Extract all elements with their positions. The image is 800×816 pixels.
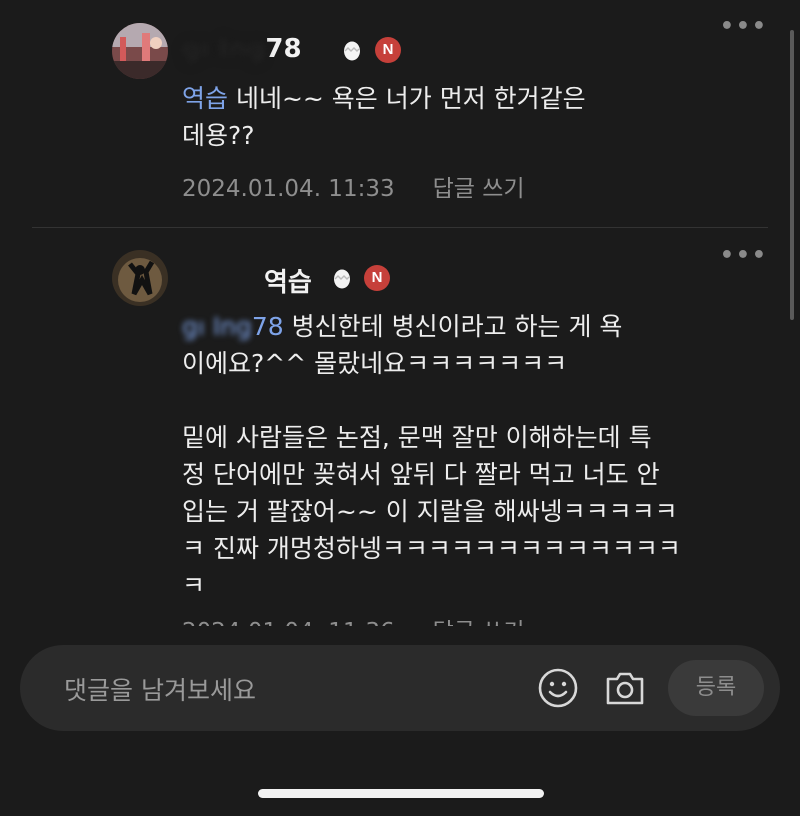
new-badge: N [364, 265, 390, 291]
comment-body: gı Ing78 병신한테 병신이라고 하는 게 욕 이에요?^^ 몰랐네요ㅋㅋ… [182, 312, 681, 600]
comment-author[interactable]: ​역습 [182, 262, 312, 299]
submit-button[interactable]: 등록 [668, 660, 764, 716]
more-horizontal-icon[interactable]: ••• [720, 243, 768, 268]
new-badge: N [375, 37, 401, 63]
comment-body: 역습 네네~~ 욕은 너가 먼저 한거같은 데용?? [182, 84, 586, 150]
home-indicator[interactable] [258, 789, 544, 798]
comment-author[interactable]: gı Ing78 [182, 34, 302, 64]
camera-icon[interactable] [604, 667, 646, 709]
smiley-icon[interactable] [537, 667, 579, 709]
comment-meta: 2024.01.04. 11:33 답글 쓰기 [182, 169, 525, 203]
more-horizontal-icon[interactable]: ••• [720, 14, 768, 39]
comment-composer[interactable]: 댓글을 남겨보세요 등록 [20, 645, 780, 731]
mention-link[interactable]: 역습 [182, 84, 228, 113]
comment-input[interactable]: 댓글을 남겨보세요 [64, 671, 256, 707]
scrollbar[interactable] [790, 30, 794, 320]
egg-level-icon [344, 41, 360, 61]
comment-date: 2024.01.04. 11:33 [182, 176, 395, 202]
mention-link[interactable]: gı Ing78 [182, 312, 284, 341]
avatar[interactable] [112, 23, 168, 79]
divider [32, 227, 768, 228]
avatar[interactable] [112, 250, 168, 306]
reply-button[interactable]: 답글 쓰기 [433, 176, 525, 202]
content-clip [0, 626, 800, 646]
egg-level-icon [334, 269, 350, 289]
